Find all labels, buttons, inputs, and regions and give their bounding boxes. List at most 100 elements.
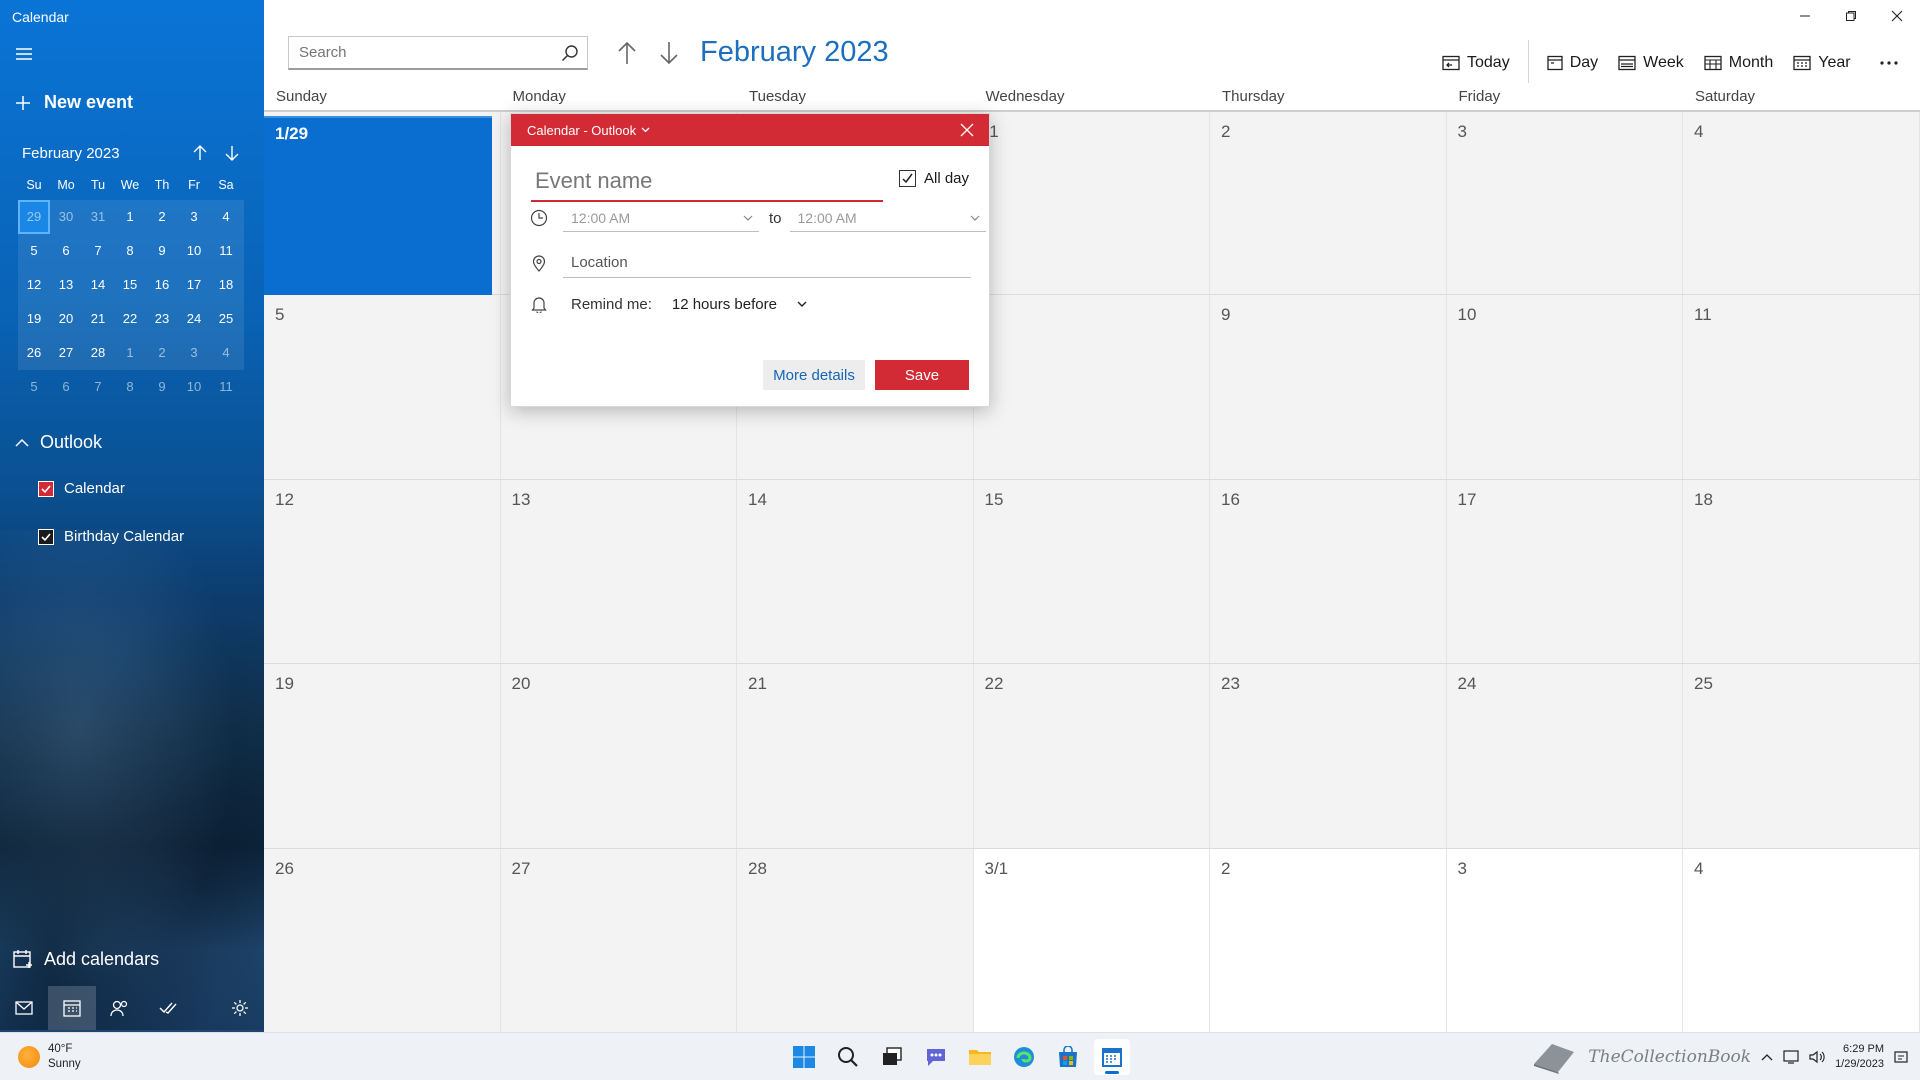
day-cell[interactable]: 12 xyxy=(264,479,501,664)
mini-day[interactable]: 7 xyxy=(82,234,114,268)
all-day-checkbox[interactable] xyxy=(899,170,916,187)
mini-day[interactable]: 14 xyxy=(82,268,114,302)
search-icon[interactable] xyxy=(553,37,587,69)
calendar-nav-icon[interactable] xyxy=(48,986,96,1030)
mini-day[interactable]: 16 xyxy=(146,268,178,302)
location-input[interactable] xyxy=(563,248,971,277)
mini-day[interactable]: 30 xyxy=(50,200,82,234)
mini-day[interactable]: 8 xyxy=(114,370,146,404)
day-cell[interactable]: 2 xyxy=(1210,848,1447,1032)
mini-day[interactable]: 3 xyxy=(178,336,210,370)
month-view-button[interactable]: Month xyxy=(1694,46,1783,80)
calendar-checkbox[interactable] xyxy=(38,480,54,497)
windows-start-icon[interactable] xyxy=(786,1039,822,1075)
mini-day[interactable]: 24 xyxy=(178,302,210,336)
month-title[interactable]: February 2023 xyxy=(700,36,889,69)
popup-close-icon[interactable] xyxy=(955,118,979,142)
todo-check-icon[interactable] xyxy=(144,986,192,1030)
day-cell[interactable]: 15 xyxy=(973,479,1210,664)
day-cell[interactable]: 19 xyxy=(264,664,501,848)
week-view-button[interactable]: Week xyxy=(1608,46,1694,80)
more-details-button[interactable]: More details xyxy=(763,360,865,390)
mini-day[interactable]: 31 xyxy=(82,200,114,234)
end-time-dropdown[interactable]: 12:00 AM xyxy=(789,204,986,232)
calendar-item-birthday[interactable]: Birthday Calendar xyxy=(38,528,184,545)
new-event-button[interactable]: New event xyxy=(14,92,133,113)
people-icon[interactable] xyxy=(96,986,144,1030)
mini-day[interactable]: 9 xyxy=(146,370,178,404)
mini-prev-arrow-up-icon[interactable] xyxy=(190,143,210,163)
mini-day[interactable]: 6 xyxy=(50,234,82,268)
mini-day[interactable]: 19 xyxy=(18,302,50,336)
day-cell[interactable]: 5 xyxy=(264,295,501,479)
mini-day[interactable]: 3 xyxy=(178,200,210,234)
calendar-item-calendar[interactable]: Calendar xyxy=(38,480,125,497)
more-options-ellipsis-icon[interactable] xyxy=(1861,46,1909,80)
taskbar-search-icon[interactable] xyxy=(830,1039,866,1075)
mini-day[interactable]: 12 xyxy=(18,268,50,302)
chevron-up-icon[interactable] xyxy=(1761,1053,1773,1061)
birthday-calendar-checkbox[interactable] xyxy=(38,528,54,545)
mini-day[interactable]: 1 xyxy=(114,200,146,234)
today-button[interactable]: Today xyxy=(1432,46,1520,80)
account-selector[interactable]: Calendar - Outlook xyxy=(527,123,650,138)
previous-month-arrow-up-icon[interactable] xyxy=(614,38,640,68)
day-cell[interactable]: 28 xyxy=(737,848,974,1032)
mini-day[interactable]: 6 xyxy=(50,370,82,404)
notification-icon[interactable] xyxy=(1894,1050,1908,1064)
add-calendars-button[interactable]: Add calendars xyxy=(12,948,159,970)
close-window-icon[interactable] xyxy=(1874,0,1920,32)
edge-browser-icon[interactable] xyxy=(1006,1039,1042,1075)
hamburger-menu-icon[interactable] xyxy=(14,46,34,62)
day-cell[interactable] xyxy=(973,295,1210,479)
minimize-icon[interactable] xyxy=(1782,0,1828,32)
mini-day[interactable]: 11 xyxy=(210,370,242,404)
mini-day[interactable]: 11 xyxy=(210,234,242,268)
network-icon[interactable] xyxy=(1783,1050,1799,1064)
day-cell[interactable]: 25 xyxy=(1683,664,1920,848)
day-cell[interactable]: 11 xyxy=(1683,295,1920,479)
file-explorer-icon[interactable] xyxy=(962,1039,998,1075)
mini-day[interactable]: 5 xyxy=(18,370,50,404)
save-button[interactable]: Save xyxy=(875,360,969,390)
day-cell[interactable]: 18 xyxy=(1683,479,1920,664)
event-name-input[interactable] xyxy=(531,162,883,200)
mini-calendar-title[interactable]: February 2023 xyxy=(22,145,178,162)
day-cell[interactable]: 9 xyxy=(1210,295,1447,479)
system-clock[interactable]: 6:29 PM 1/29/2023 xyxy=(1835,1042,1884,1072)
mini-day[interactable]: 25 xyxy=(210,302,242,336)
mini-day[interactable]: 28 xyxy=(82,336,114,370)
mini-day[interactable]: 2 xyxy=(146,200,178,234)
all-day-toggle[interactable]: All day xyxy=(899,170,969,187)
mini-day[interactable]: 8 xyxy=(114,234,146,268)
mini-day[interactable]: 7 xyxy=(82,370,114,404)
day-cell[interactable]: 14 xyxy=(737,479,974,664)
teams-chat-icon[interactable] xyxy=(918,1039,954,1075)
mini-day[interactable]: 26 xyxy=(18,336,50,370)
mini-day[interactable]: 9 xyxy=(146,234,178,268)
mini-day[interactable]: 10 xyxy=(178,234,210,268)
mini-day[interactable]: 2 xyxy=(146,336,178,370)
mini-day[interactable]: 18 xyxy=(210,268,242,302)
year-view-button[interactable]: Year xyxy=(1783,46,1860,80)
day-cell[interactable]: 23 xyxy=(1210,664,1447,848)
mini-day[interactable]: 23 xyxy=(146,302,178,336)
mini-day[interactable]: 4 xyxy=(210,200,242,234)
mini-day[interactable]: 17 xyxy=(178,268,210,302)
day-cell[interactable]: 27 xyxy=(500,848,737,1032)
mini-day[interactable]: 13 xyxy=(50,268,82,302)
day-cell[interactable]: 20 xyxy=(500,664,737,848)
task-view-icon[interactable] xyxy=(874,1039,910,1075)
calendar-app-icon[interactable] xyxy=(1094,1039,1130,1075)
day-cell[interactable]: 2 xyxy=(1210,112,1447,295)
reminder-dropdown[interactable]: 12 hours before xyxy=(672,296,807,313)
mini-next-arrow-down-icon[interactable] xyxy=(222,143,242,163)
day-view-button[interactable]: Day xyxy=(1537,46,1608,80)
mini-day[interactable]: 10 xyxy=(178,370,210,404)
outlook-section-toggle[interactable]: Outlook xyxy=(14,432,102,453)
mini-day[interactable]: 20 xyxy=(50,302,82,336)
day-cell[interactable]: 4 xyxy=(1683,848,1920,1032)
mini-day[interactable]: 15 xyxy=(114,268,146,302)
volume-icon[interactable] xyxy=(1809,1050,1825,1064)
day-cell[interactable]: 3 xyxy=(1446,112,1683,295)
